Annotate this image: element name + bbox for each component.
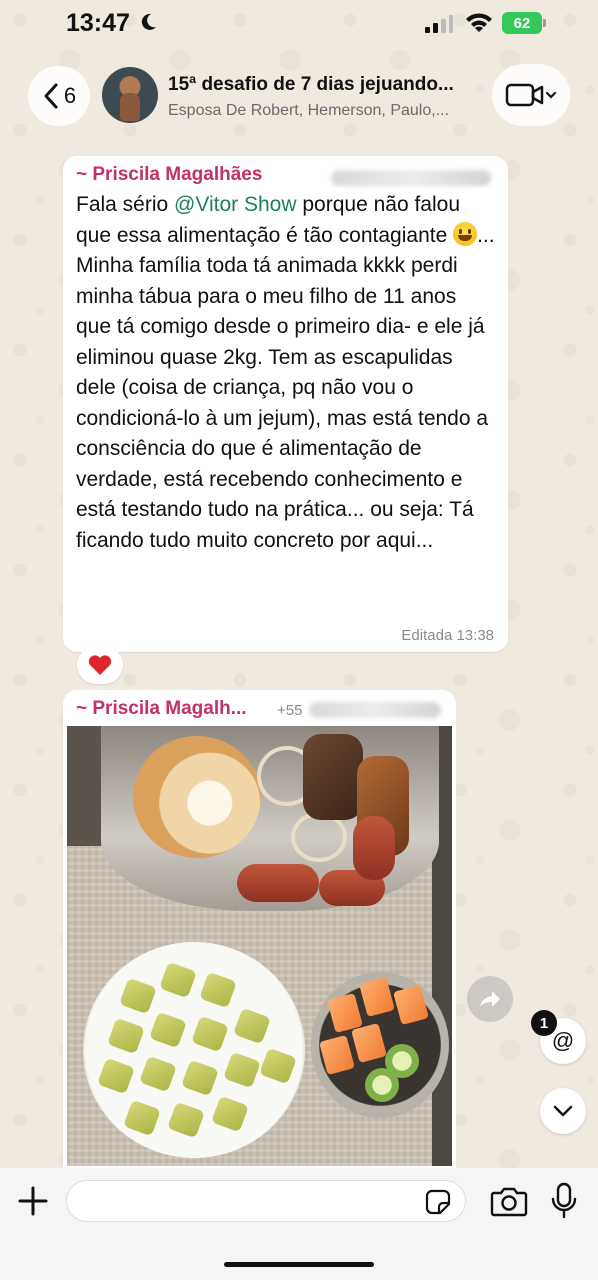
food-photo[interactable] — [67, 726, 452, 1166]
status-time: 13:47 — [66, 9, 130, 37]
wifi-icon — [466, 13, 492, 32]
scroll-to-bottom-button[interactable] — [540, 1088, 586, 1134]
message-bubble[interactable]: ~ Priscila Magalhães Fala sério @Vitor S… — [63, 156, 508, 652]
video-call-icon — [505, 83, 557, 107]
message-text-part: ... Minha família toda tá animada kkkk p… — [76, 223, 495, 552]
message-sender[interactable]: ~ Priscila Magalhães — [76, 164, 262, 186]
grinning-emoji-icon — [453, 221, 478, 246]
forward-icon — [480, 991, 500, 1007]
group-info[interactable]: 15ª desafio de 7 dias jejuando... Esposa… — [98, 62, 478, 128]
sender-phone-redacted — [331, 170, 491, 186]
camera-icon[interactable] — [490, 1184, 528, 1218]
home-indicator — [224, 1262, 374, 1267]
mention-link[interactable]: @Vitor Show — [174, 193, 296, 216]
chat-header: 6 15ª desafio de 7 dias jejuando... Espo… — [0, 56, 598, 136]
back-chevron-icon — [44, 83, 58, 109]
video-call-button[interactable] — [492, 64, 570, 126]
sausage — [353, 816, 395, 880]
message-reaction[interactable] — [77, 646, 123, 684]
group-title: 15ª desafio de 7 dias jejuando... — [168, 74, 454, 95]
signal-icon — [425, 15, 453, 33]
message-sender[interactable]: ~ Priscila Magalh... — [76, 698, 247, 720]
mention-symbol: @ — [551, 1028, 575, 1053]
message-timestamp: Editada 13:38 — [401, 627, 494, 644]
plus-icon[interactable] — [14, 1182, 52, 1220]
message-bubble[interactable]: ~ Priscila Magalh... +55 — [63, 690, 456, 1170]
heart-icon — [88, 655, 112, 675]
fried-egg — [133, 736, 261, 858]
moon-icon — [141, 13, 156, 30]
sender-phone-redacted — [309, 702, 441, 718]
microphone-icon[interactable] — [550, 1182, 578, 1220]
sausage — [237, 864, 319, 902]
back-button[interactable]: 6 — [28, 66, 90, 126]
unread-count: 6 — [63, 83, 77, 108]
message-text-part: Fala sério — [76, 193, 175, 216]
sticker-icon[interactable] — [424, 1188, 452, 1216]
message-input[interactable] — [66, 1180, 466, 1222]
mention-count-badge: 1 — [531, 1010, 557, 1036]
battery-tip — [543, 19, 546, 27]
chevron-down-icon — [553, 1105, 573, 1117]
meat-piece — [303, 734, 363, 820]
status-bar: 13:47 62 — [0, 0, 598, 48]
forward-button[interactable] — [467, 976, 513, 1022]
battery-indicator: 62 — [502, 12, 542, 34]
group-members: Esposa De Robert, Hemerson, Paulo,... — [168, 102, 450, 119]
lime-slice — [365, 1068, 399, 1102]
battery-level: 62 — [513, 14, 531, 32]
sender-phone-fragment: +55 — [277, 702, 303, 719]
message-text: Fala sério @Vitor Show porque não falou … — [76, 190, 496, 556]
group-avatar[interactable] — [102, 67, 158, 123]
